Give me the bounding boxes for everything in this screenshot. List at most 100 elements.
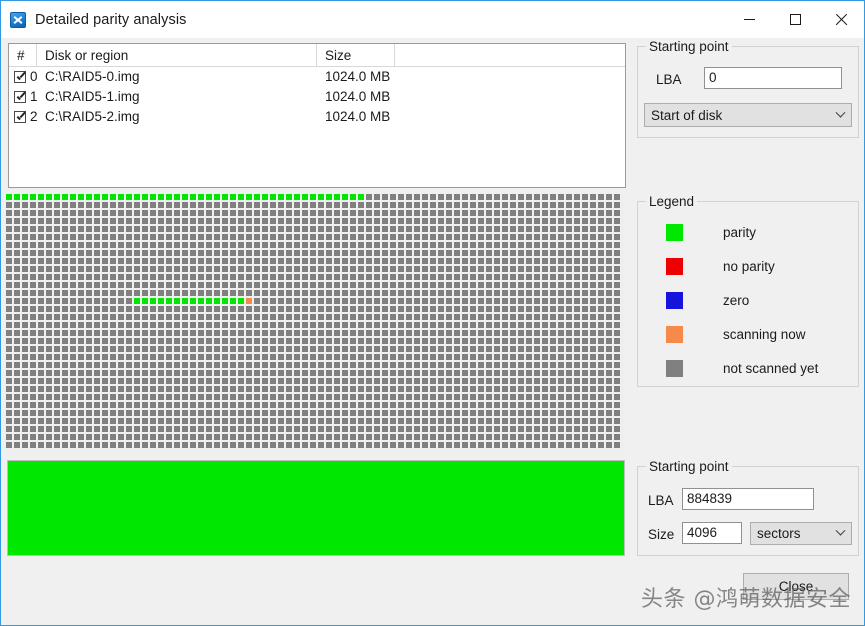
scan-map-cell[interactable] (30, 370, 36, 376)
scan-map-cell[interactable] (182, 418, 188, 424)
scan-map-cell[interactable] (550, 346, 556, 352)
scan-map-cell[interactable] (566, 322, 572, 328)
scan-map-cell[interactable] (94, 386, 100, 392)
scan-map-cell[interactable] (86, 386, 92, 392)
scan-map-cell[interactable] (150, 282, 156, 288)
scan-map-cell[interactable] (390, 194, 396, 200)
scan-map-cell[interactable] (334, 210, 340, 216)
scan-map-cell[interactable] (526, 346, 532, 352)
scan-map-cell[interactable] (486, 402, 492, 408)
scan-map-cell[interactable] (494, 322, 500, 328)
scan-map-cell[interactable] (278, 394, 284, 400)
scan-map-cell[interactable] (430, 434, 436, 440)
scan-map-cell[interactable] (198, 338, 204, 344)
scan-map-cell[interactable] (534, 194, 540, 200)
scan-map-cell[interactable] (302, 442, 308, 448)
scan-map-cell[interactable] (326, 274, 332, 280)
scan-map-cell[interactable] (6, 378, 12, 384)
scan-map-cell[interactable] (542, 442, 548, 448)
scan-map-cell[interactable] (566, 266, 572, 272)
scan-map-cell[interactable] (102, 306, 108, 312)
scan-map-cell[interactable] (126, 394, 132, 400)
scan-map-cell[interactable] (198, 194, 204, 200)
scan-map-cell[interactable] (382, 258, 388, 264)
scan-map-cell[interactable] (222, 354, 228, 360)
scan-map-cell[interactable] (62, 346, 68, 352)
scan-map-cell[interactable] (318, 282, 324, 288)
scan-map-cell[interactable] (542, 226, 548, 232)
scan-map-cell[interactable] (374, 282, 380, 288)
scan-map-cell[interactable] (518, 410, 524, 416)
scan-map-cell[interactable] (294, 290, 300, 296)
scan-map-cell[interactable] (310, 298, 316, 304)
scan-map-cell[interactable] (22, 346, 28, 352)
scan-map-cell[interactable] (478, 338, 484, 344)
scan-map-cell[interactable] (550, 338, 556, 344)
scan-map-cell[interactable] (446, 210, 452, 216)
scan-map-cell[interactable] (542, 266, 548, 272)
scan-map-cell[interactable] (510, 386, 516, 392)
scan-map-cell[interactable] (566, 378, 572, 384)
scan-map-cell[interactable] (294, 394, 300, 400)
scan-map-cell[interactable] (518, 194, 524, 200)
scan-map-cell[interactable] (566, 394, 572, 400)
scan-map-cell[interactable] (606, 394, 612, 400)
scan-map-cell[interactable] (534, 218, 540, 224)
scan-map-cell[interactable] (414, 194, 420, 200)
scan-map-cell[interactable] (78, 258, 84, 264)
scan-map-cell[interactable] (230, 242, 236, 248)
scan-map-cell[interactable] (558, 298, 564, 304)
scan-map-cell[interactable] (590, 370, 596, 376)
scan-map-cell[interactable] (382, 194, 388, 200)
scan-map-cell[interactable] (262, 322, 268, 328)
scan-map-cell[interactable] (54, 362, 60, 368)
scan-map-cell[interactable] (358, 434, 364, 440)
scan-map-cell[interactable] (246, 194, 252, 200)
scan-map-cell[interactable] (390, 306, 396, 312)
scan-map-cell[interactable] (286, 234, 292, 240)
scan-map-cell[interactable] (278, 362, 284, 368)
lba-input-top[interactable]: 0 (704, 67, 842, 89)
scan-map-cell[interactable] (238, 362, 244, 368)
scan-map-cell[interactable] (238, 418, 244, 424)
scan-map-cell[interactable] (510, 362, 516, 368)
scan-map-cell[interactable] (150, 194, 156, 200)
scan-map-cell[interactable] (222, 394, 228, 400)
scan-map-cell[interactable] (462, 242, 468, 248)
scan-map-cell[interactable] (150, 354, 156, 360)
scan-map-cell[interactable] (270, 386, 276, 392)
scan-map-cell[interactable] (294, 338, 300, 344)
scan-map-cell[interactable] (158, 386, 164, 392)
scan-map-cell[interactable] (518, 314, 524, 320)
scan-map-cell[interactable] (198, 410, 204, 416)
scan-map-cell[interactable] (534, 378, 540, 384)
scan-map-cell[interactable] (342, 426, 348, 432)
scan-map-cell[interactable] (278, 274, 284, 280)
scan-map-cell[interactable] (414, 314, 420, 320)
scan-map-cell[interactable] (142, 258, 148, 264)
scan-map-cell[interactable] (494, 426, 500, 432)
scan-map-cell[interactable] (334, 202, 340, 208)
scan-map-cell[interactable] (518, 394, 524, 400)
scan-map-cell[interactable] (286, 242, 292, 248)
scan-map-cell[interactable] (174, 306, 180, 312)
scan-map-cell[interactable] (134, 386, 140, 392)
scan-map-cell[interactable] (406, 290, 412, 296)
scan-map-cell[interactable] (550, 274, 556, 280)
scan-map-cell[interactable] (198, 202, 204, 208)
scan-map-cell[interactable] (318, 442, 324, 448)
scan-map-cell[interactable] (406, 354, 412, 360)
scan-map-cell[interactable] (478, 274, 484, 280)
scan-map-cell[interactable] (174, 218, 180, 224)
scan-map-cell[interactable] (510, 354, 516, 360)
scan-map-cell[interactable] (438, 242, 444, 248)
scan-map-cell[interactable] (590, 410, 596, 416)
scan-map-cell[interactable] (254, 442, 260, 448)
scan-map-cell[interactable] (30, 410, 36, 416)
scan-map-cell[interactable] (398, 442, 404, 448)
scan-map-cell[interactable] (86, 426, 92, 432)
scan-map-cell[interactable] (70, 266, 76, 272)
title-bar[interactable]: Detailed parity analysis (1, 1, 864, 38)
scan-map-cell[interactable] (462, 402, 468, 408)
scan-map-cell[interactable] (230, 210, 236, 216)
